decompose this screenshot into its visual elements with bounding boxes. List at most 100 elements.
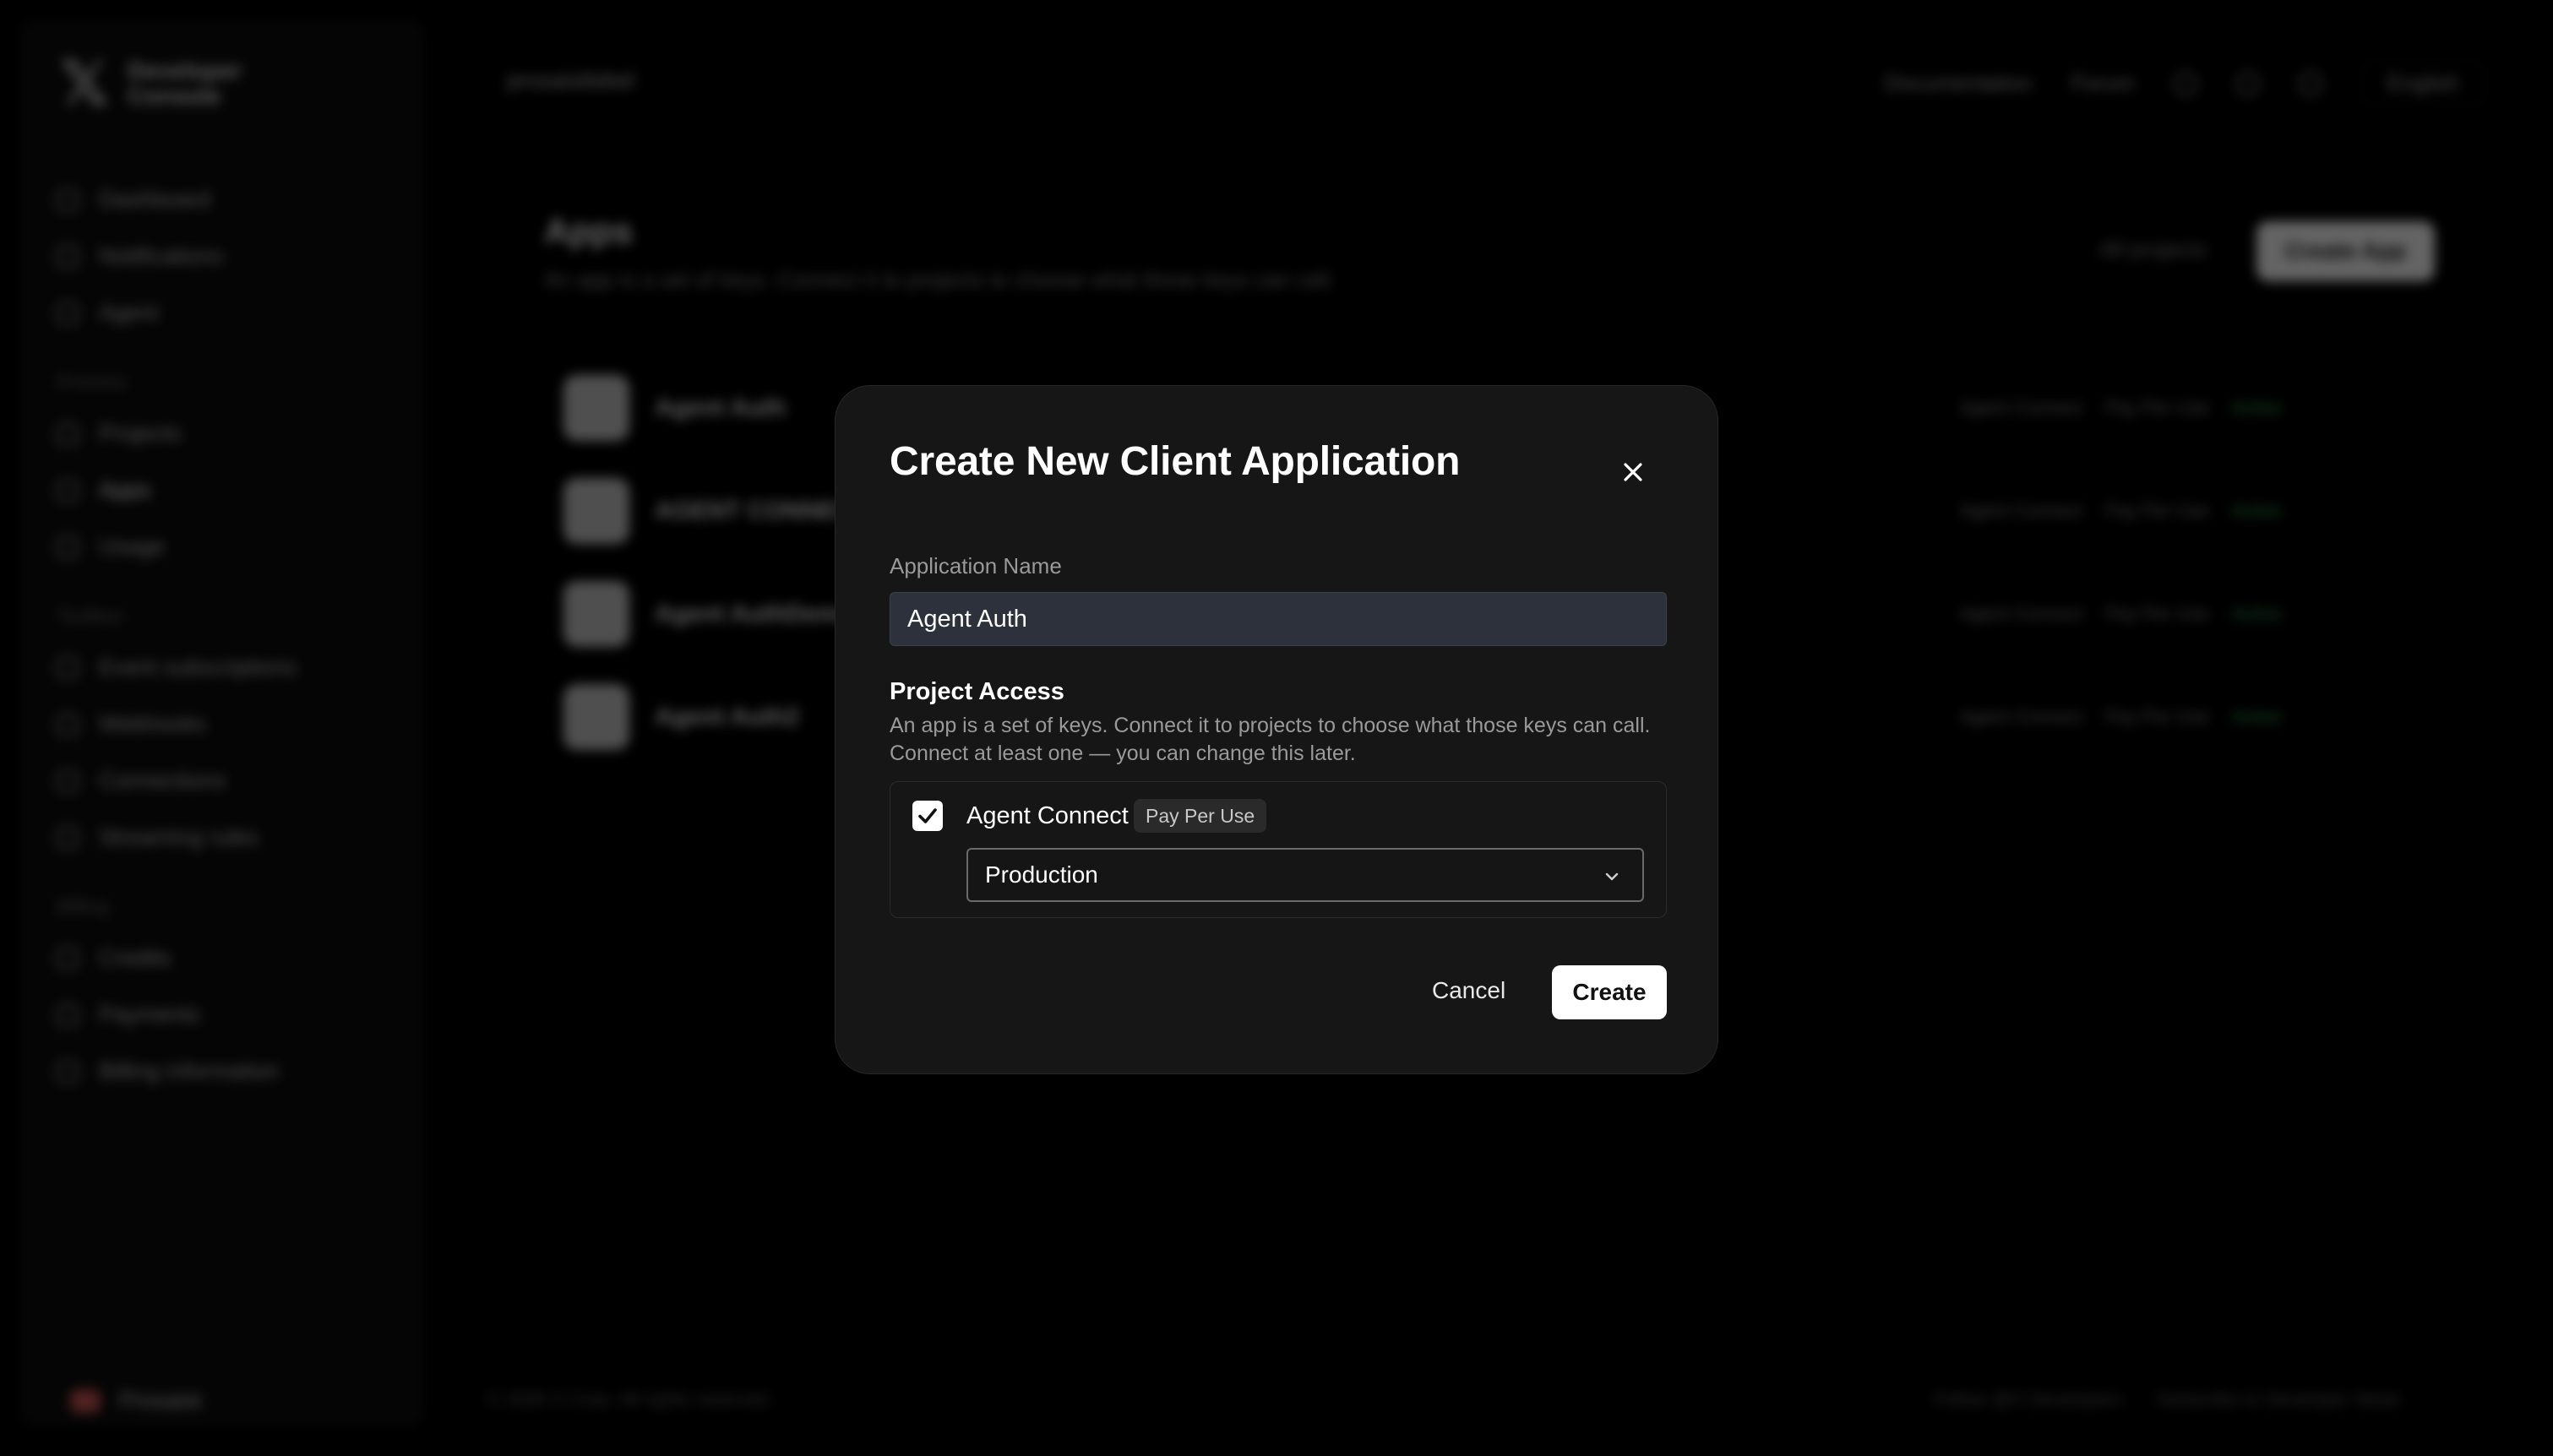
language-select[interactable]: English <box>2360 61 2485 106</box>
sidebar-nav: Dashboard Notifications Agent Process Pr… <box>57 171 411 1100</box>
status-badge: Active <box>2231 500 2282 521</box>
chart-icon <box>57 535 79 558</box>
sidebar-item-projects[interactable]: Projects <box>57 405 411 462</box>
app-name: Agent AuthDemo <box>655 600 854 627</box>
environment-select[interactable]: Production <box>966 848 1644 902</box>
webhook-icon <box>57 713 79 736</box>
project-access-desc-line-1: An app is a set of keys. Connect it to p… <box>890 714 1651 737</box>
environment-value: Production <box>985 861 1098 888</box>
topbar-actions: Documentation Forum English <box>1885 61 2485 106</box>
app-project: Agent Connect <box>1960 706 2083 727</box>
sidebar-item-label: Dashboard <box>99 187 211 212</box>
key-icon <box>57 479 79 502</box>
close-button[interactable] <box>1616 455 1650 489</box>
card-icon <box>57 1003 79 1026</box>
create-app-dialog: Create New Client Application Applicatio… <box>835 385 1718 1074</box>
copyright: © 2026 X Corp. All rights reserved. <box>487 1388 774 1410</box>
footer: © 2026 X Corp. All rights reserved. Foll… <box>487 1388 2401 1410</box>
search-icon[interactable] <box>2173 71 2197 95</box>
create-button[interactable]: Create <box>1552 965 1667 1019</box>
sidebar-item-label: Projects <box>99 421 182 446</box>
sidebar-item-billing-information[interactable]: Billing information <box>57 1043 411 1100</box>
brand[interactable]: 𝕏 Developer Console <box>60 53 242 114</box>
agent-icon <box>57 302 79 324</box>
sidebar-item-label: Usage <box>99 534 166 559</box>
app-name: Agent Auth <box>655 394 787 421</box>
sidebar-item-event-subscriptions[interactable]: Event subscriptions <box>57 639 411 696</box>
application-name-label: Application Name <box>890 553 1062 579</box>
sidebar-item-label: Credits <box>99 945 171 970</box>
project-access-description: An app is a set of keys. Connect it to p… <box>890 712 1675 768</box>
theme-icon[interactable] <box>2298 71 2322 95</box>
sidebar-section-title: Toolbox <box>57 605 124 627</box>
brand-text: Developer Console <box>128 58 242 109</box>
follow-link[interactable]: Follow @X Developers <box>1933 1388 2122 1410</box>
sidebar-item-webhooks[interactable]: Webhooks <box>57 696 411 752</box>
app-tags: Agent Connect Pay Per Use Active <box>1960 500 2282 522</box>
sidebar-item-label: Connections <box>99 768 226 793</box>
subscribe-link[interactable]: Subscribe to Developer News <box>2156 1388 2401 1410</box>
project-checkbox[interactable] <box>912 801 943 831</box>
sidebar-item-label: Payments <box>99 1002 201 1027</box>
sidebar-item-label: Streaming rules <box>99 824 259 850</box>
app-project: Agent Connect <box>1960 603 2083 624</box>
chevron-down-icon <box>1605 872 1619 881</box>
topbar: prosaistlabel Documentation Forum Englis… <box>507 61 2485 106</box>
create-app-button[interactable]: Create App <box>2256 221 2435 281</box>
sidebar: 𝕏 Developer Console Dashboard Notificati… <box>19 19 424 1427</box>
app-name: Agent Auth2 <box>655 703 800 731</box>
cancel-button[interactable]: Cancel <box>1413 965 1524 1016</box>
close-icon <box>1624 463 1642 481</box>
link-icon <box>57 769 79 792</box>
profile[interactable]: Prosaist <box>70 1388 202 1414</box>
receipt-icon <box>57 1060 79 1083</box>
sidebar-item-credits[interactable]: Credits <box>57 930 411 986</box>
x-logo-icon: 𝕏 <box>60 48 110 119</box>
app-tags: Agent Connect Pay Per Use Active <box>1960 706 2282 728</box>
sidebar-item-agent[interactable]: Agent <box>57 285 411 341</box>
sidebar-section-title: Billing <box>57 895 109 917</box>
plan-badge: Pay Per Use <box>1134 799 1267 833</box>
sidebar-item-label: Notifications <box>99 243 224 269</box>
status-badge: Active <box>2231 397 2282 418</box>
sidebar-section-title: Process <box>57 371 128 393</box>
project-access-title: Project Access <box>890 678 1064 705</box>
dashboard-icon <box>57 188 79 211</box>
sidebar-item-label: Billing information <box>99 1058 280 1084</box>
app-plan: Pay Per Use <box>2104 706 2210 727</box>
avatar <box>70 1388 101 1413</box>
sidebar-item-streaming-rules[interactable]: Streaming rules <box>57 809 411 866</box>
project-access-desc-line-2: Connect at least one — you can change th… <box>890 742 1356 765</box>
app-plan: Pay Per Use <box>2104 500 2210 521</box>
project-filter[interactable]: All projects <box>2099 236 2207 263</box>
application-name-input[interactable] <box>890 592 1667 646</box>
app-icon <box>563 684 629 750</box>
sidebar-item-payments[interactable]: Payments <box>57 986 411 1043</box>
sidebar-item-label: Event subscriptions <box>99 655 297 680</box>
credits-icon <box>57 947 79 970</box>
sidebar-item-usage[interactable]: Usage <box>57 519 411 575</box>
sidebar-item-label: Apps <box>99 477 151 503</box>
forum-menu[interactable]: Forum <box>2071 70 2135 96</box>
sidebar-item-apps[interactable]: Apps <box>57 462 411 519</box>
app-project: Agent Connect <box>1960 397 2083 418</box>
project-access-card: Agent Connect Pay Per Use Production <box>890 781 1667 918</box>
bell-icon <box>57 245 79 268</box>
project-name: Agent Connect <box>966 802 1129 829</box>
app-tags: Agent Connect Pay Per Use Active <box>1960 397 2282 419</box>
event-icon <box>57 656 79 679</box>
folder-icon <box>57 422 79 445</box>
filter-icon <box>57 826 79 849</box>
page-subtitle: An app is a set of keys. Connect it to p… <box>544 267 1336 292</box>
sidebar-item-connections[interactable]: Connections <box>57 752 411 809</box>
documentation-menu[interactable]: Documentation <box>1885 70 2033 96</box>
footer-links: Follow @X Developers Subscribe to Develo… <box>1933 1388 2401 1410</box>
app-tags: Agent Connect Pay Per Use Active <box>1960 603 2282 625</box>
brand-line-2: Console <box>128 83 221 109</box>
breadcrumb[interactable]: prosaistlabel <box>507 68 635 94</box>
profile-name: Prosaist <box>119 1388 202 1413</box>
sidebar-item-dashboard[interactable]: Dashboard <box>57 171 411 228</box>
dialog-title: Create New Client Application <box>890 439 1461 484</box>
chat-icon[interactable] <box>2235 71 2260 95</box>
sidebar-item-notifications[interactable]: Notifications <box>57 228 411 285</box>
